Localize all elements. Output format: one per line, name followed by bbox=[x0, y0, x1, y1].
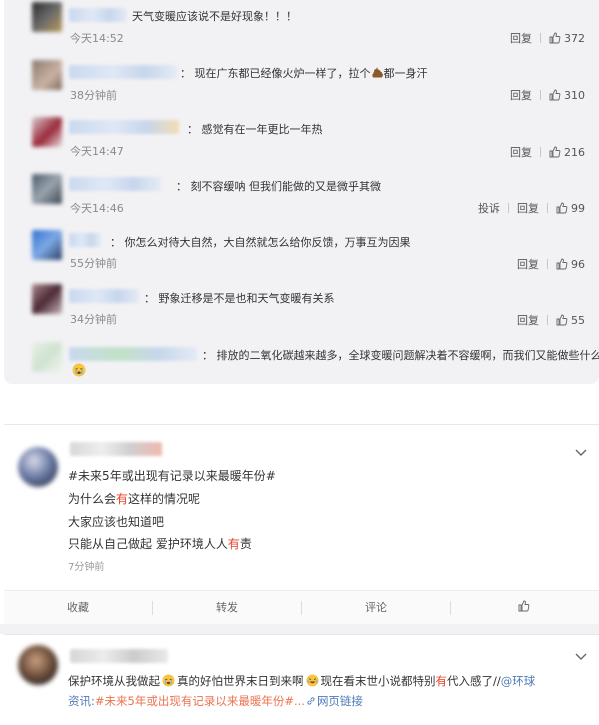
like-count: 99 bbox=[571, 201, 585, 215]
thumbs-up-icon bbox=[549, 89, 561, 100]
divider bbox=[540, 147, 541, 157]
like-button[interactable]: 55 bbox=[556, 314, 585, 327]
avatar[interactable] bbox=[32, 2, 62, 32]
comment-username[interactable] bbox=[69, 65, 177, 79]
comment-text: ： 排放的二氧化碳越来越多，全球变暖问题解决着不容缓啊，而我们又能做些什么 bbox=[202, 349, 599, 362]
chevron-down-icon[interactable] bbox=[575, 449, 587, 457]
divider bbox=[540, 33, 541, 43]
post-text-line: 只能从自己做起 爱护环境人人有责 bbox=[68, 537, 252, 551]
comment-time: 今天14:47 bbox=[70, 145, 124, 158]
post-username[interactable] bbox=[70, 649, 168, 663]
comment-time: 今天14:52 bbox=[70, 32, 124, 45]
thumbs-up-icon bbox=[549, 146, 561, 157]
crying-emoji-icon bbox=[72, 363, 86, 377]
post-hashtag[interactable]: #未来5年或出现有记录以来最暖年份#... bbox=[95, 694, 305, 708]
like-button[interactable]: 96 bbox=[556, 258, 585, 271]
comment-username[interactable] bbox=[69, 8, 127, 22]
divider bbox=[547, 259, 548, 269]
thumbs-up-icon bbox=[549, 32, 561, 43]
post-separator bbox=[0, 624, 599, 634]
avatar[interactable] bbox=[18, 447, 58, 487]
like-button[interactable] bbox=[451, 591, 599, 625]
like-count: 55 bbox=[571, 313, 585, 327]
post-username[interactable] bbox=[70, 442, 162, 456]
like-button[interactable]: 372 bbox=[549, 32, 585, 45]
comments-panel: 天气变暖应该说不是好现象！！！ 今天14:52 回复 372 ： 现在广东都已经… bbox=[4, 0, 599, 384]
like-button[interactable]: 310 bbox=[549, 89, 585, 102]
web-link[interactable]: 网页链接 bbox=[305, 694, 363, 708]
comment-username[interactable] bbox=[69, 120, 179, 134]
post-action-bar: 收藏 转发 评论 bbox=[4, 590, 599, 625]
like-count: 310 bbox=[564, 88, 585, 102]
divider bbox=[547, 203, 548, 213]
comment-text: ： 野象迁移是不是也和天气变暖有关系 bbox=[144, 292, 335, 305]
comment-item: ： 排放的二氧化碳越来越多，全球变暖问题解决着不容缓啊，而我们又能做些什么 bbox=[4, 338, 599, 384]
like-button[interactable]: 216 bbox=[549, 146, 585, 159]
comment-text: ： 现在广东都已经像火炉一样了，拉个 都一身汗 bbox=[180, 67, 428, 80]
divider bbox=[547, 315, 548, 325]
weibo-post: #未来5年或出现有记录以来最暖年份# 为什么会有这样的情况呢 大家应该也知道吧 … bbox=[4, 424, 599, 625]
avatar[interactable] bbox=[32, 60, 62, 90]
comment-username[interactable] bbox=[69, 347, 197, 361]
crying-emoji-icon bbox=[162, 674, 175, 687]
comment-button[interactable]: 评论 bbox=[302, 591, 450, 625]
comment-text: 天气变暖应该说不是好现象！！！ bbox=[132, 10, 297, 23]
comment-time: 55分钟前 bbox=[70, 257, 117, 270]
post-hashtag[interactable]: #未来5年或出现有记录以来最暖年份# bbox=[68, 467, 276, 484]
comment-item: ： 刻不容缓呐 但我们能做的又是微乎其微 今天14:46 投诉 回复 99 bbox=[4, 170, 599, 226]
comment-item: ： 感觉有在一年更比一年热 今天14:47 回复 216 bbox=[4, 113, 599, 169]
thumbs-up-icon bbox=[556, 258, 568, 269]
weibo-post: 保护环境从我做起 真的好怕世界末日到来啊 现在看末世小说都特别有代入感了//@环球 … bbox=[4, 634, 599, 725]
reply-button[interactable]: 回复 bbox=[517, 200, 539, 216]
avatar[interactable] bbox=[32, 230, 62, 260]
mention-link[interactable]: 资讯 bbox=[68, 694, 91, 708]
divider bbox=[508, 203, 509, 213]
chevron-down-icon[interactable] bbox=[575, 653, 587, 661]
comment-text: ： 刻不容缓呐 但我们能做的又是微乎其微 bbox=[176, 180, 381, 193]
thumbs-up-icon bbox=[556, 314, 568, 325]
comment-username[interactable] bbox=[69, 177, 161, 191]
repost-button[interactable]: 转发 bbox=[153, 591, 301, 625]
avatar[interactable] bbox=[32, 284, 62, 314]
thumbs-up-icon bbox=[518, 600, 529, 612]
avatar[interactable] bbox=[32, 117, 62, 147]
like-count: 96 bbox=[571, 257, 585, 271]
comment-username[interactable] bbox=[69, 233, 101, 247]
avatar[interactable] bbox=[32, 342, 62, 372]
post-text-line: 大家应该也知道吧 bbox=[68, 515, 165, 529]
reply-button[interactable]: 回复 bbox=[517, 256, 539, 272]
post-text-line: 为什么会有这样的情况呢 bbox=[68, 492, 201, 506]
comment-username[interactable] bbox=[69, 289, 139, 303]
comment-item: ： 现在广东都已经像火炉一样了，拉个 都一身汗 38分钟前 回复 310 bbox=[4, 56, 599, 112]
comment-time: 34分钟前 bbox=[70, 313, 117, 326]
comment-item: 天气变暖应该说不是好现象！！！ 今天14:52 回复 372 bbox=[4, 0, 599, 56]
post-time: 7分钟前 bbox=[68, 562, 105, 573]
reply-button[interactable]: 回复 bbox=[510, 87, 532, 103]
like-count: 216 bbox=[564, 145, 585, 159]
divider bbox=[540, 90, 541, 100]
thumbs-up-icon bbox=[556, 202, 568, 213]
comment-time: 38分钟前 bbox=[70, 89, 117, 102]
comment-text: ： 感觉有在一年更比一年热 bbox=[187, 123, 323, 136]
comment-time: 今天14:46 bbox=[70, 202, 124, 215]
like-button[interactable]: 99 bbox=[556, 202, 585, 215]
comment-text: ： 你怎么对待大自然，大自然就怎么给你反馈，万事互为因果 bbox=[110, 236, 411, 249]
comment-item: ： 野象迁移是不是也和天气变暖有关系 34分钟前 回复 55 bbox=[4, 282, 599, 338]
reply-button[interactable]: 回复 bbox=[517, 312, 539, 328]
mention-link[interactable]: @环球 bbox=[501, 674, 536, 688]
reply-button[interactable]: 回复 bbox=[510, 144, 532, 160]
avatar[interactable] bbox=[18, 645, 58, 685]
link-icon bbox=[307, 697, 315, 705]
post-text-line: 保护环境从我做起 真的好怕世界末日到来啊 现在看末世小说都特别有代入感了//@环球 bbox=[68, 674, 536, 688]
comment-item: ： 你怎么对待大自然，大自然就怎么给你反馈，万事互为因果 55分钟前 回复 96 bbox=[4, 226, 599, 282]
post-text-line: 资讯:#未来5年或出现有记录以来最暖年份#... 网页链接 bbox=[68, 694, 363, 708]
avatar[interactable] bbox=[32, 174, 62, 204]
poop-emoji-icon bbox=[371, 67, 383, 78]
reply-button[interactable]: 回复 bbox=[510, 30, 532, 46]
like-count: 372 bbox=[564, 31, 585, 45]
favorite-button[interactable]: 收藏 bbox=[4, 591, 152, 625]
report-button[interactable]: 投诉 bbox=[478, 200, 500, 216]
laugh-cry-emoji-icon bbox=[306, 674, 318, 687]
